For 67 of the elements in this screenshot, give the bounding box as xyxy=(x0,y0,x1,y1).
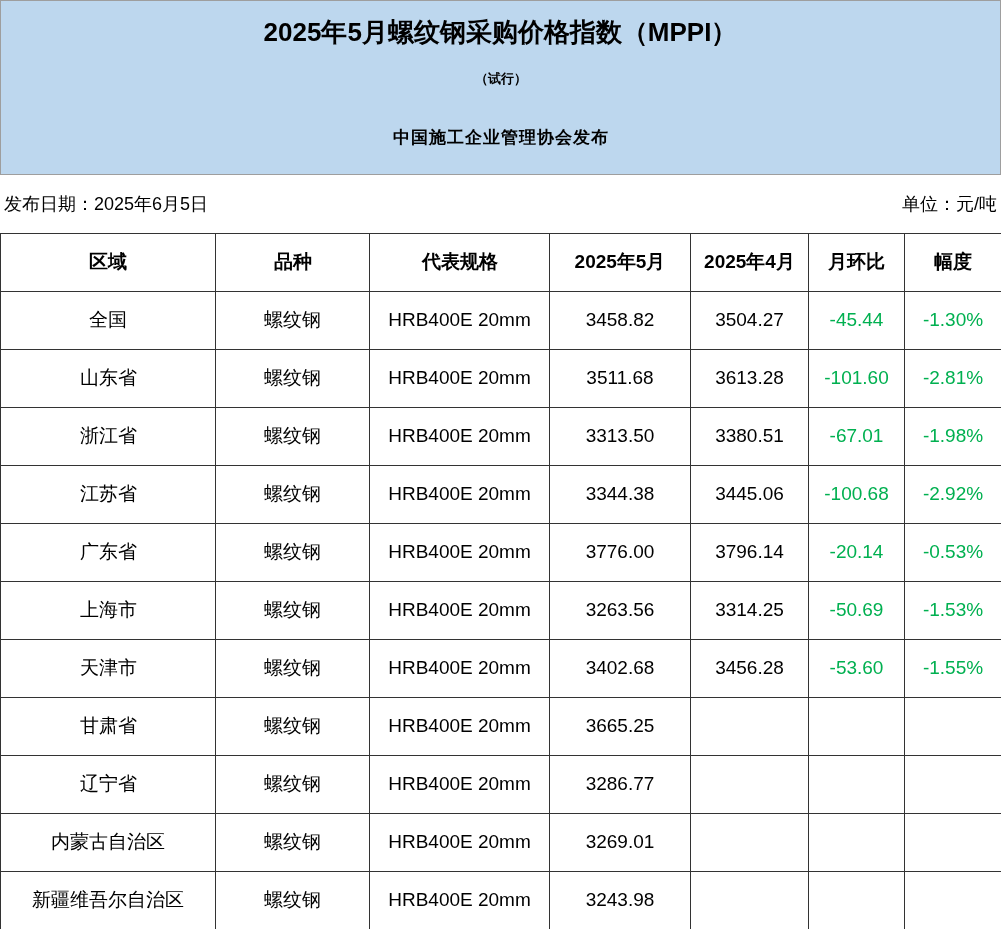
table-cell: 浙江省 xyxy=(0,407,216,466)
table-cell: 3776.00 xyxy=(549,523,691,582)
table-cell: 螺纹钢 xyxy=(215,465,370,524)
table-cell: HRB400E 20mm xyxy=(369,291,550,350)
table-cell: 3313.50 xyxy=(549,407,691,466)
table-cell: -100.68 xyxy=(808,465,905,524)
table-cell: 螺纹钢 xyxy=(215,639,370,698)
table-cell: 辽宁省 xyxy=(0,755,216,814)
table-cell: 3286.77 xyxy=(549,755,691,814)
table-cell: 新疆维吾尔自治区 xyxy=(0,871,216,929)
table-cell: 3796.14 xyxy=(690,523,809,582)
table-cell: 3456.28 xyxy=(690,639,809,698)
table-cell: 甘肃省 xyxy=(0,697,216,756)
column-header: 品种 xyxy=(215,233,370,292)
table-cell: -45.44 xyxy=(808,291,905,350)
table-cell: 3665.25 xyxy=(549,697,691,756)
table-cell: 3269.01 xyxy=(549,813,691,872)
table-cell: 3263.56 xyxy=(549,581,691,640)
table-cell: -20.14 xyxy=(808,523,905,582)
table-cell: 螺纹钢 xyxy=(215,523,370,582)
table-cell: HRB400E 20mm xyxy=(369,813,550,872)
table-cell: 螺纹钢 xyxy=(215,407,370,466)
table-cell: 内蒙古自治区 xyxy=(0,813,216,872)
table-cell: 山东省 xyxy=(0,349,216,408)
table-cell: HRB400E 20mm xyxy=(369,465,550,524)
table-cell: HRB400E 20mm xyxy=(369,523,550,582)
table-cell: 3344.38 xyxy=(549,465,691,524)
table-cell: HRB400E 20mm xyxy=(369,755,550,814)
column-header: 幅度 xyxy=(904,233,1001,292)
column-header: 2025年4月 xyxy=(690,233,809,292)
publish-date: 发布日期：2025年6月5日 xyxy=(4,192,209,216)
table-cell: 螺纹钢 xyxy=(215,581,370,640)
table-cell: 3511.68 xyxy=(549,349,691,408)
table-cell: -67.01 xyxy=(808,407,905,466)
table-cell: 螺纹钢 xyxy=(215,291,370,350)
table-cell: 3314.25 xyxy=(690,581,809,640)
table-cell: 螺纹钢 xyxy=(215,755,370,814)
table-cell: 3504.27 xyxy=(690,291,809,350)
report-subtitle: （试行） xyxy=(474,70,527,88)
table-cell: 上海市 xyxy=(0,581,216,640)
table-cell: HRB400E 20mm xyxy=(369,407,550,466)
unit-label: 单位：元/吨 xyxy=(902,192,997,216)
table-cell: 江苏省 xyxy=(0,465,216,524)
table-cell: HRB400E 20mm xyxy=(369,349,550,408)
table-cell: HRB400E 20mm xyxy=(369,639,550,698)
table-cell: HRB400E 20mm xyxy=(369,697,550,756)
table-cell: HRB400E 20mm xyxy=(369,581,550,640)
column-header: 2025年5月 xyxy=(549,233,691,292)
column-header: 区域 xyxy=(0,233,216,292)
column-header: 代表规格 xyxy=(369,233,550,292)
report-title: 2025年5月螺纹钢采购价格指数（MPPI） xyxy=(263,16,738,49)
table-cell: 广东省 xyxy=(0,523,216,582)
table-cell: -101.60 xyxy=(808,349,905,408)
table-cell: 3613.28 xyxy=(690,349,809,408)
table-cell: 螺纹钢 xyxy=(215,813,370,872)
table-cell: 3380.51 xyxy=(690,407,809,466)
table-cell: 3458.82 xyxy=(549,291,691,350)
table-cell: 3445.06 xyxy=(690,465,809,524)
table-cell: 3402.68 xyxy=(549,639,691,698)
table-cell: 天津市 xyxy=(0,639,216,698)
table-cell: -53.60 xyxy=(808,639,905,698)
column-header: 月环比 xyxy=(808,233,905,292)
table-cell: 螺纹钢 xyxy=(215,349,370,408)
table-cell: -50.69 xyxy=(808,581,905,640)
publisher-text: 中国施工企业管理协会发布 xyxy=(392,126,609,149)
table-cell: 螺纹钢 xyxy=(215,697,370,756)
table-cell: 全国 xyxy=(0,291,216,350)
